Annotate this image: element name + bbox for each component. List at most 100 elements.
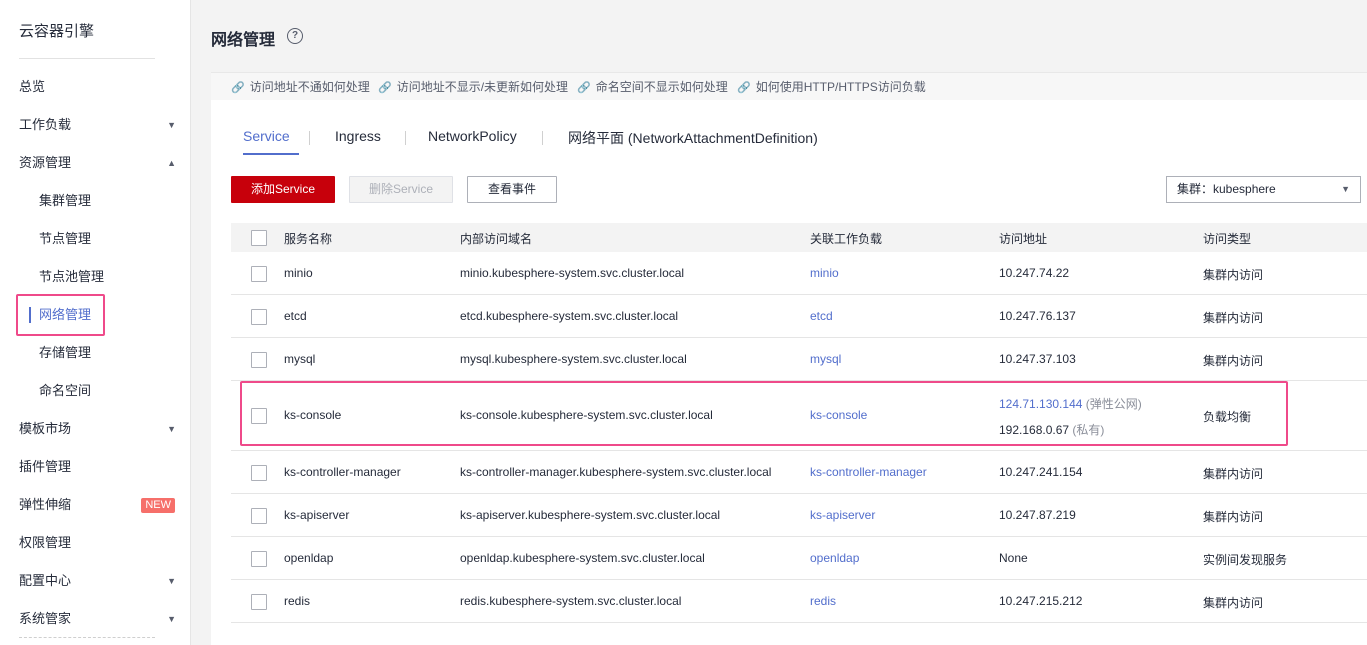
table-row: ks-apiserver ks-apiserver.kubesphere-sys… <box>231 494 1367 537</box>
tab-service[interactable]: Service <box>243 128 290 156</box>
tab-network-policy[interactable]: NetworkPolicy <box>428 128 517 156</box>
access-address: None <box>999 551 1028 565</box>
internal-domain: ks-apiserver.kubesphere-system.svc.clust… <box>460 508 721 522</box>
faq-link-label: 访问地址不显示/未更新如何处理 <box>396 80 569 94</box>
faq-link[interactable]: 🔗 如何使用HTTP/HTTPS访问负载 <box>737 78 926 95</box>
tab-ingress[interactable]: Ingress <box>335 128 381 156</box>
faq-link[interactable]: 🔗 访问地址不通如何处理 <box>231 78 370 95</box>
service-name: openldap <box>284 551 334 565</box>
service-name: mysql <box>284 352 316 366</box>
tab-separator <box>405 131 406 145</box>
row-checkbox[interactable] <box>251 266 267 282</box>
service-name: minio <box>284 266 313 280</box>
cluster-select[interactable]: 集群：kubesphere ▼ <box>1166 176 1361 203</box>
sidebar-item-config-center[interactable]: 配置中心 ▼ <box>0 562 190 600</box>
sidebar-item-system-butler[interactable]: 系统管家 ▼ <box>0 600 190 638</box>
sidebar-divider <box>19 58 155 59</box>
add-service-button[interactable]: 添加Service <box>231 176 335 203</box>
sidebar-item-label: 权限管理 <box>19 535 72 550</box>
row-checkbox[interactable] <box>251 508 267 524</box>
service-name: ks-controller-manager <box>284 465 401 479</box>
service-name: redis <box>284 594 311 608</box>
sidebar-divider <box>19 637 155 638</box>
access-type: 集群内访问 <box>1203 311 1264 325</box>
highlight-box <box>240 381 1288 446</box>
access-address: 10.247.241.154 <box>999 465 1083 479</box>
workload-link[interactable]: etcd <box>810 309 833 323</box>
table-row: ks-controller-manager ks-controller-mana… <box>231 451 1367 494</box>
column-header: 服务名称 <box>284 232 333 246</box>
row-checkbox[interactable] <box>251 465 267 481</box>
sidebar-item-templates[interactable]: 模板市场 ▼ <box>0 410 190 448</box>
link-icon: 🔗 <box>577 82 591 94</box>
help-icon[interactable]: ? <box>287 28 303 44</box>
faq-link[interactable]: 🔗 访问地址不显示/未更新如何处理 <box>378 78 568 95</box>
delete-service-button[interactable]: 删除Service <box>349 176 453 203</box>
caret-down-icon: ▼ <box>1341 184 1350 194</box>
row-checkbox[interactable] <box>251 594 267 610</box>
workload-link[interactable]: ks-controller-manager <box>810 465 927 479</box>
sidebar-item-namespaces[interactable]: 命名空间 <box>0 372 190 410</box>
tab-separator <box>309 131 310 145</box>
column-header: 关联工作负载 <box>810 232 883 246</box>
table-header: 服务名称 内部访问域名 关联工作负载 访问地址 访问类型 <box>231 223 1367 252</box>
internal-domain: mysql.kubesphere-system.svc.cluster.loca… <box>460 352 687 366</box>
workload-link[interactable]: ks-apiserver <box>810 508 875 522</box>
sidebar-item-overview[interactable]: 总览 <box>0 68 190 106</box>
tab-network-plane[interactable]: 网络平面 (NetworkAttachmentDefinition) <box>568 128 818 156</box>
sidebar-item-label: 节点管理 <box>39 231 92 246</box>
sidebar-item-storage[interactable]: 存储管理 <box>0 334 190 372</box>
access-type: 集群内访问 <box>1203 268 1264 282</box>
sidebar-item-resources[interactable]: 资源管理 ▲ <box>0 144 190 182</box>
sidebar-item-label: 节点池管理 <box>39 269 105 284</box>
internal-domain: ks-controller-manager.kubesphere-system.… <box>460 465 772 479</box>
view-events-button[interactable]: 查看事件 <box>467 176 557 203</box>
table-row: etcd etcd.kubesphere-system.svc.cluster.… <box>231 295 1367 338</box>
caret-down-icon: ▼ <box>167 576 176 586</box>
sidebar-item-nodes[interactable]: 节点管理 <box>0 220 190 258</box>
sidebar-item-label: 插件管理 <box>19 459 72 474</box>
sidebar-item-autoscaling[interactable]: 弹性伸缩 NEW <box>0 486 190 524</box>
internal-domain: redis.kubesphere-system.svc.cluster.loca… <box>460 594 682 608</box>
sidebar-item-label: 命名空间 <box>39 383 92 398</box>
sidebar-item-clusters[interactable]: 集群管理 <box>0 182 190 220</box>
access-address: 10.247.87.219 <box>999 508 1076 522</box>
faq-link-label: 如何使用HTTP/HTTPS访问负载 <box>755 80 926 94</box>
faq-link-label: 命名空间不显示如何处理 <box>595 80 728 94</box>
sidebar-item-label: 存储管理 <box>39 345 92 360</box>
access-address: 10.247.215.212 <box>999 594 1083 608</box>
row-checkbox[interactable] <box>251 551 267 567</box>
sidebar-item-node-pools[interactable]: 节点池管理 <box>0 258 190 296</box>
caret-down-icon: ▼ <box>167 424 176 434</box>
sidebar-item-label: 系统管家 <box>19 611 72 626</box>
workload-link[interactable]: openldap <box>810 551 859 565</box>
internal-domain: etcd.kubesphere-system.svc.cluster.local <box>460 309 679 323</box>
sidebar-item-label: 配置中心 <box>19 573 72 588</box>
tab-active-indicator <box>243 153 299 155</box>
column-header: 访问地址 <box>999 232 1048 246</box>
service-name: etcd <box>284 309 307 323</box>
column-header: 访问类型 <box>1203 232 1252 246</box>
sidebar-item-workloads[interactable]: 工作负载 ▼ <box>0 106 190 144</box>
access-type: 集群内访问 <box>1203 510 1264 524</box>
cluster-select-value: 集群：kubesphere <box>1177 182 1276 196</box>
sidebar: 云容器引擎 总览 工作负载 ▼ 资源管理 ▲ 集群管理 节点管理 节点池管理 网络管… <box>0 0 191 645</box>
column-header: 内部访问域名 <box>460 232 533 246</box>
select-all-checkbox[interactable] <box>251 230 267 246</box>
link-icon: 🔗 <box>231 82 245 94</box>
app-title: 云容器引擎 <box>19 23 95 40</box>
main-content: 🔗 访问地址不通如何处理 🔗 访问地址不显示/未更新如何处理 🔗 命名空间不显示如何处… <box>211 72 1367 645</box>
sidebar-item-addons[interactable]: 插件管理 <box>0 448 190 486</box>
table-row: minio minio.kubesphere-system.svc.cluste… <box>231 252 1367 295</box>
workload-link[interactable]: minio <box>810 266 839 280</box>
sidebar-item-label: 弹性伸缩 <box>19 497 72 512</box>
row-checkbox[interactable] <box>251 309 267 325</box>
faq-link[interactable]: 🔗 命名空间不显示如何处理 <box>577 78 728 95</box>
row-checkbox[interactable] <box>251 352 267 368</box>
faq-bar: 🔗 访问地址不通如何处理 🔗 访问地址不显示/未更新如何处理 🔗 命名空间不显示如何处… <box>211 72 1367 100</box>
sidebar-item-label: 资源管理 <box>19 155 72 170</box>
sidebar-item-permissions[interactable]: 权限管理 <box>0 524 190 562</box>
link-icon: 🔗 <box>378 82 392 94</box>
workload-link[interactable]: redis <box>810 594 836 608</box>
workload-link[interactable]: mysql <box>810 352 841 366</box>
